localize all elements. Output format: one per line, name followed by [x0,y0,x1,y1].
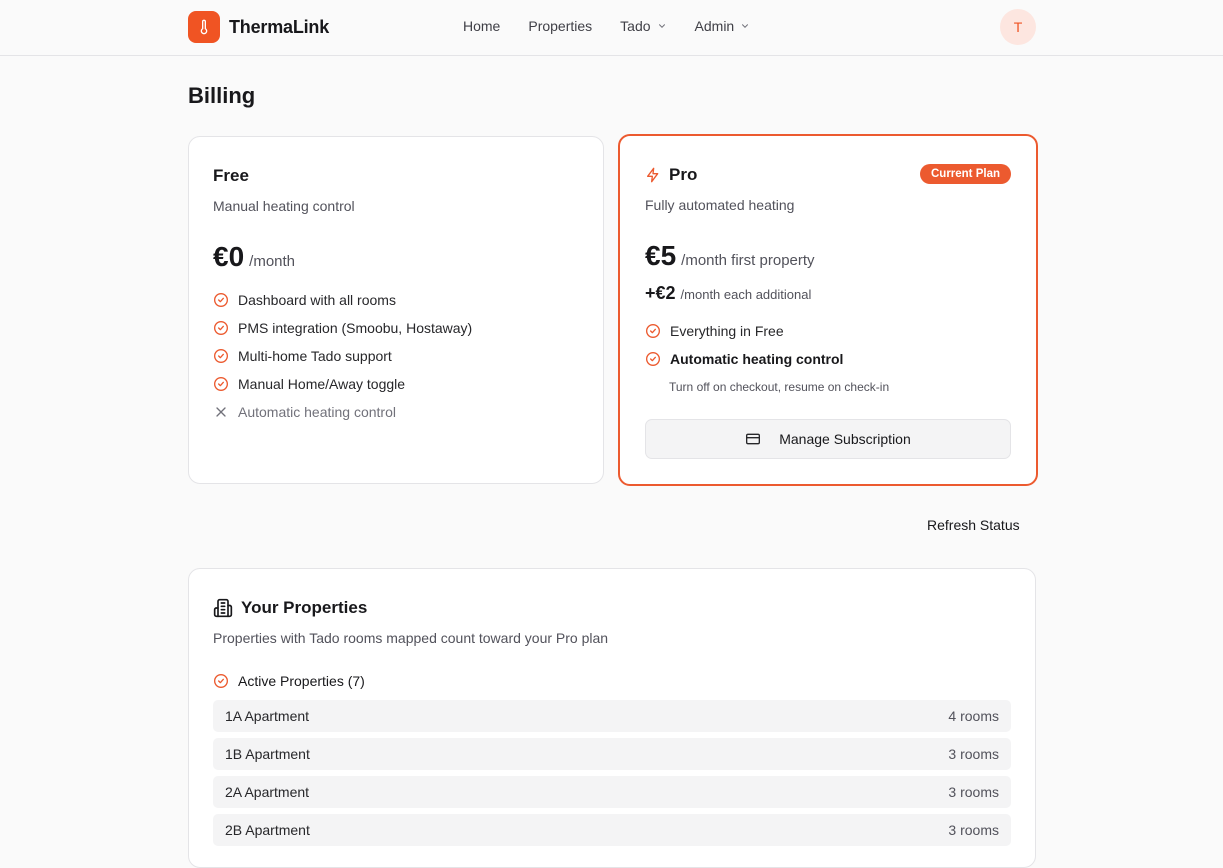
pro-plan-extra-price: +€2 /month each additional [645,283,811,304]
chevron-down-icon [658,24,665,28]
nav-home[interactable]: Home [463,18,500,34]
feature-item: Everything in Free [645,323,784,339]
feature-item: Manual Home/Away toggle [213,376,405,392]
properties-description: Properties with Tado rooms mapped count … [213,630,609,646]
pro-plan-header: Pro [645,165,697,185]
brand-name: ThermaLink [229,16,330,37]
check-circle-icon [214,293,228,307]
properties-card: Your Properties Properties with Tado roo… [188,568,1036,868]
property-row: 2A Apartment 3 rooms [213,776,1011,808]
property-name: 2B Apartment [225,822,310,838]
feature-label: Dashboard with all rooms [238,292,396,308]
property-name: 2A Apartment [225,784,310,800]
credit-card-icon [746,433,761,445]
pro-plan-name: Pro [669,165,698,184]
property-rooms: 3 rooms [948,746,999,762]
brand[interactable]: ThermaLink [188,11,329,43]
nav-properties[interactable]: Properties [528,18,592,34]
current-plan-badge: Current Plan [919,164,1011,184]
feature-label: Automatic heating control [670,351,844,367]
free-price-unit: /month [249,253,296,270]
pro-price-unit: /month first property [681,252,815,269]
property-name: 1A Apartment [225,708,310,724]
free-plan-description: Manual heating control [213,198,355,214]
pro-extra-amount: +€2 [645,283,676,303]
main-nav: Home Properties Tado Admin [463,18,750,34]
nav-admin-dropdown[interactable]: Admin [695,18,751,34]
pro-plan-description: Fully automated heating [645,197,795,213]
free-plan-card: Free Manual heating control €0 /month Da… [188,136,604,484]
manage-subscription-button[interactable]: Manage Subscription [645,419,1011,459]
property-rooms: 3 rooms [948,784,999,800]
pro-plan-card: Pro Current Plan Fully automated heating… [618,134,1038,486]
page-title: Billing [188,83,256,108]
check-circle-icon [214,349,228,363]
feature-label: Everything in Free [670,323,784,339]
feature-item: Automatic heating control [645,351,843,367]
property-row: 1B Apartment 3 rooms [213,738,1011,770]
manage-subscription-label: Manage Subscription [779,431,911,447]
pro-price-amount: €5 [645,240,677,271]
nav-admin-label: Admin [694,18,735,34]
property-row: 2B Apartment 3 rooms [213,814,1011,846]
nav-tado-label: Tado [620,18,651,34]
free-price-amount: €0 [213,241,245,272]
feature-item: PMS integration (Smoobu, Hostaway) [213,320,472,336]
active-properties-header: Active Properties (7) [213,673,365,689]
nav-tado-dropdown[interactable]: Tado [620,18,666,34]
user-avatar[interactable]: T [1000,9,1036,45]
property-row: 1A Apartment 4 rooms [213,700,1011,732]
top-navigation-bar: ThermaLink Home Properties Tado Admin T [0,0,1223,56]
lightning-icon [647,167,659,183]
feature-label: PMS integration (Smoobu, Hostaway) [238,320,473,336]
feature-label: Multi-home Tado support [238,348,392,364]
feature-item: Multi-home Tado support [213,348,392,364]
property-name: 1B Apartment [225,746,310,762]
building-icon [213,598,233,618]
pro-plan-price: €5 /month first property [645,240,815,272]
feature-item-excluded: Automatic heating control [213,404,396,420]
check-circle-icon [646,352,660,366]
refresh-status-button[interactable]: Refresh Status [927,517,1020,533]
feature-item: Dashboard with all rooms [213,292,396,308]
property-rooms: 3 rooms [948,822,999,838]
pro-extra-unit: /month each additional [680,287,812,302]
feature-label: Manual Home/Away toggle [238,376,406,392]
x-icon [216,407,226,417]
thermometer-icon [188,11,220,43]
check-circle-icon [214,674,228,688]
active-properties-label: Active Properties (7) [238,673,365,689]
check-circle-icon [214,377,228,391]
check-circle-icon [646,324,660,338]
free-plan-name: Free [213,166,249,185]
feature-note: Turn off on checkout, resume on check-in [669,380,890,394]
properties-title-row: Your Properties [213,598,367,618]
property-rooms: 4 rooms [948,708,999,724]
free-plan-price: €0 /month [213,241,295,273]
feature-label: Automatic heating control [238,404,396,420]
chevron-down-icon [742,24,749,28]
properties-title: Your Properties [241,598,368,617]
check-circle-icon [214,321,228,335]
